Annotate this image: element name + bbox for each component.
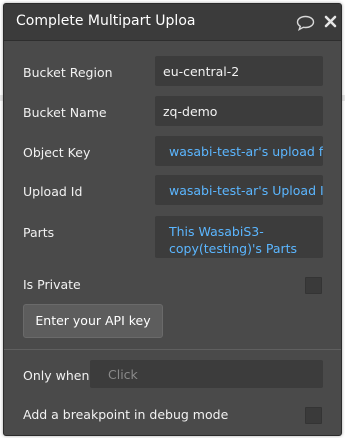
enter-api-key-button[interactable]: Enter your API key: [23, 304, 163, 338]
parts-label: Parts: [23, 225, 55, 240]
bucket-region-field[interactable]: eu-central-2: [155, 56, 323, 86]
breakpoint-label: Add a breakpoint in debug mode: [23, 407, 229, 422]
is-private-checkbox[interactable]: [305, 277, 322, 294]
close-x-icon[interactable]: [324, 15, 337, 28]
upload-id-label: Upload Id: [23, 184, 83, 199]
is-private-label: Is Private: [23, 277, 81, 292]
bucket-name-label: Bucket Name: [23, 105, 107, 120]
bucket-name-field[interactable]: zq-demo: [155, 96, 323, 126]
only-when-label: Only when: [23, 368, 90, 383]
only-when-condition-field[interactable]: Click: [90, 360, 323, 388]
upload-id-field[interactable]: wasabi-test-ar's Upload ID: [155, 175, 323, 205]
object-key-label: Object Key: [23, 145, 91, 160]
panel-header[interactable]: Complete Multipart Uploa: [4, 4, 341, 41]
property-editor-panel: Complete Multipart Uploa Bucket Region e…: [3, 3, 342, 436]
panel-title: Complete Multipart Uploa: [16, 13, 196, 29]
parts-field[interactable]: This WasabiS3-copy(testing)'s Parts: [155, 216, 323, 258]
speech-bubble-icon[interactable]: [296, 15, 315, 31]
section-divider: [4, 349, 341, 350]
object-key-field[interactable]: wasabi-test-ar's upload file: [155, 136, 323, 166]
bucket-region-label: Bucket Region: [23, 65, 113, 80]
breakpoint-checkbox[interactable]: [305, 407, 322, 424]
